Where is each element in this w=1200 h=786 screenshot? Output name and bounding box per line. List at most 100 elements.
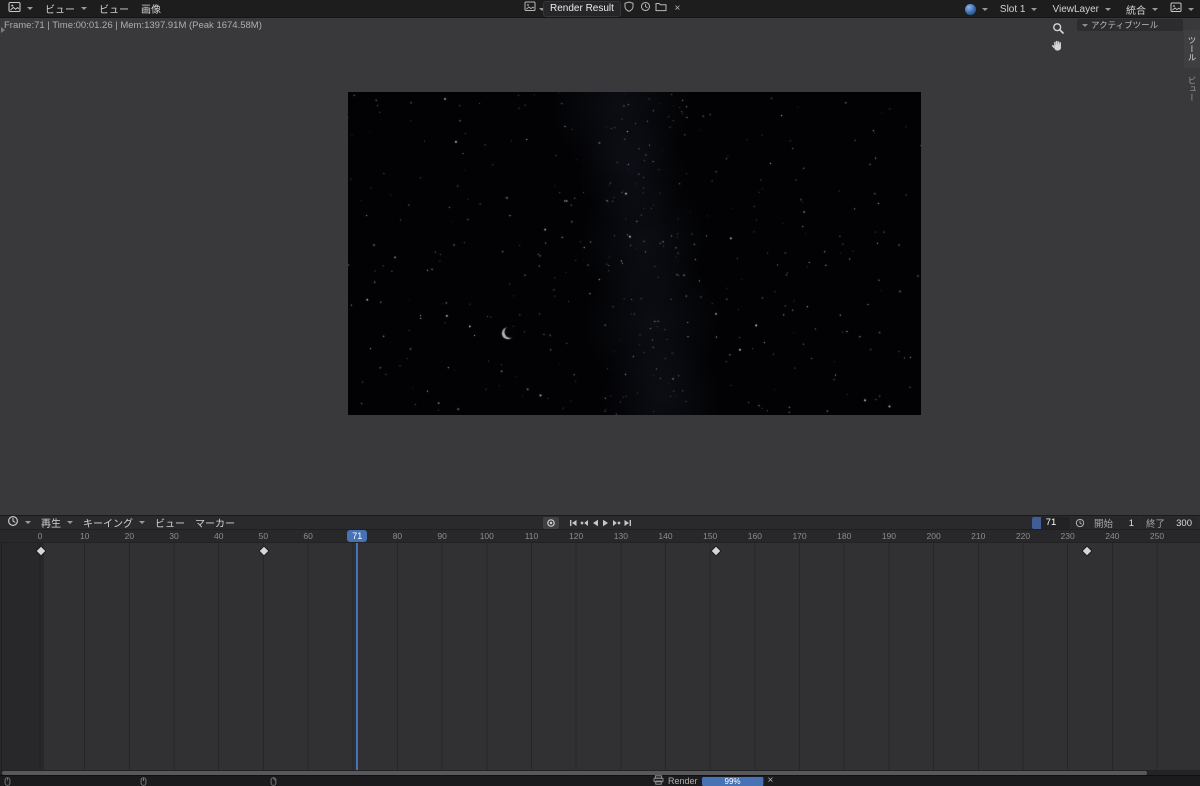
- end-frame-field[interactable]: 終了 300: [1141, 517, 1197, 530]
- chevron-down-icon: [81, 7, 87, 10]
- next-keyframe-icon: [612, 516, 622, 531]
- render-progress-text: 99%: [724, 776, 741, 786]
- render-stats-text: Frame:71 | Time:00:01.26 | Mem:1397.91M …: [4, 20, 262, 31]
- playback-menu[interactable]: 再生: [36, 516, 78, 530]
- playhead-label[interactable]: 71: [347, 530, 368, 542]
- status-bar: Render 99% ×: [0, 775, 1200, 786]
- ruler-tick: 30: [169, 531, 179, 541]
- pan-gizmo-button[interactable]: [1049, 38, 1066, 55]
- menu-image-label: 画像: [141, 5, 161, 16]
- photo-icon: [524, 1, 536, 17]
- ruler-tick: 100: [479, 531, 494, 541]
- menu-view[interactable]: ビュー: [93, 1, 135, 17]
- ruler-tick: 140: [658, 531, 673, 541]
- mouse-middle-hint-icon: [140, 777, 147, 786]
- timeline-editor-type-button[interactable]: [2, 515, 36, 530]
- end-value: 300: [1176, 517, 1192, 529]
- refresh-toggle-button[interactable]: [638, 1, 653, 17]
- mouse-right-hint-icon: [270, 777, 277, 786]
- region-toggle-arrow[interactable]: [1, 27, 5, 33]
- viewlayer-label: ViewLayer: [1052, 3, 1099, 15]
- auto-keying-button[interactable]: [543, 517, 559, 529]
- chevron-down-icon: [139, 521, 145, 524]
- play-button[interactable]: [600, 517, 611, 529]
- sidebar-tab-view[interactable]: ビュー: [1184, 70, 1200, 108]
- prev-keyframe-button[interactable]: [578, 517, 589, 529]
- playhead-line[interactable]: [356, 543, 359, 770]
- menu-image[interactable]: 画像: [135, 1, 167, 17]
- timeline-body[interactable]: [0, 543, 1200, 770]
- view-menu-label: ビュー: [155, 519, 185, 530]
- cancel-render-button[interactable]: ×: [768, 776, 774, 786]
- ruler-tick: 80: [392, 531, 403, 541]
- current-frame-value: 71: [1045, 517, 1057, 528]
- ruler-tick: 170: [792, 531, 807, 541]
- fake-user-button[interactable]: [622, 1, 637, 17]
- ruler-tick: 220: [1015, 531, 1031, 541]
- header-left-menus: ビュー ビュー 画像: [2, 0, 167, 17]
- ruler-tick: 10: [79, 531, 90, 541]
- browse-image-button[interactable]: [524, 1, 545, 17]
- render-progress-group: Render 99% ×: [653, 775, 774, 786]
- start-value: 1: [1128, 517, 1134, 529]
- image-name-field[interactable]: Render Result: [543, 1, 621, 17]
- photo-icon: [1170, 2, 1182, 16]
- image-editor-header: ビュー ビュー 画像 Render Result × Slot 1 ViewLa…: [0, 0, 1200, 18]
- keying-menu[interactable]: キーイング: [78, 516, 150, 530]
- ruler-tick: 190: [881, 531, 896, 541]
- marker-menu[interactable]: マーカー: [190, 516, 240, 530]
- chevron-down-icon: [27, 7, 33, 10]
- chevron-down-icon: [25, 521, 31, 524]
- timeline-editor: 再生 キーイング ビュー マーカー 71 開始 1 終了 300 0 10 20…: [0, 515, 1200, 776]
- clock-icon: [640, 1, 651, 17]
- timeline-menus: 再生 キーイング ビュー マーカー: [2, 515, 240, 530]
- shield-icon: [624, 1, 634, 17]
- clock-icon: [7, 515, 19, 530]
- play-reverse-icon: [590, 516, 600, 531]
- unlink-image-button[interactable]: ×: [670, 2, 685, 16]
- blender-window: ビュー ビュー 画像 Render Result × Slot 1 ViewLa…: [0, 0, 1200, 786]
- image-editor-viewport[interactable]: Frame:71 | Time:00:01.26 | Mem:1397.91M …: [0, 18, 1200, 515]
- scene-display-button[interactable]: [962, 1, 991, 17]
- chevron-down-icon: [67, 521, 73, 524]
- timeline-ruler[interactable]: 0102030405060708090100110120130140150160…: [0, 530, 1200, 543]
- sidebar-panel-header[interactable]: アクティブツール: [1077, 19, 1183, 31]
- mode-dropdown[interactable]: ビュー: [39, 1, 93, 17]
- play-reverse-button[interactable]: [589, 517, 600, 529]
- keying-menu-label: キーイング: [83, 519, 133, 530]
- ruler-tick: 110: [524, 531, 539, 541]
- slot-label: Slot 1: [999, 3, 1026, 15]
- printer-icon: [653, 775, 664, 786]
- jump-to-end-button[interactable]: [622, 517, 633, 529]
- ruler-tick: 60: [303, 531, 313, 541]
- display-channels-button[interactable]: [1167, 1, 1197, 17]
- render-pass-dropdown[interactable]: 統合: [1120, 1, 1164, 17]
- open-image-button[interactable]: [654, 2, 669, 16]
- panel-title: アクティブツール: [1091, 20, 1159, 30]
- render-progress-bar: 99%: [701, 776, 764, 786]
- ruler-tick: 20: [124, 531, 135, 541]
- play-icon: [601, 516, 611, 531]
- timeline-view-menu[interactable]: ビュー: [150, 516, 190, 530]
- slot-dropdown[interactable]: Slot 1: [994, 1, 1044, 17]
- start-frame-field[interactable]: 開始 1: [1089, 517, 1139, 530]
- chevron-down-icon: [1082, 23, 1088, 27]
- record-icon: [546, 516, 556, 531]
- zoom-gizmo-button[interactable]: [1050, 21, 1067, 38]
- sidebar-tab-tool[interactable]: ツール: [1184, 30, 1200, 68]
- mode-label: ビュー: [45, 5, 75, 16]
- prev-keyframe-icon: [579, 516, 589, 531]
- current-frame-field[interactable]: 71: [1032, 517, 1070, 529]
- image-editor-icon: [8, 1, 21, 16]
- hand-icon: [1051, 39, 1064, 55]
- viewlayer-dropdown[interactable]: ViewLayer: [1046, 1, 1117, 17]
- jump-to-start-button[interactable]: [567, 517, 578, 529]
- preview-range-toggle[interactable]: [1072, 517, 1087, 529]
- next-keyframe-button[interactable]: [611, 517, 622, 529]
- editor-type-button[interactable]: [2, 1, 39, 17]
- ruler-tick: 50: [258, 531, 269, 541]
- ruler-tick: 200: [926, 531, 941, 541]
- skip-to-end-icon: [623, 516, 633, 531]
- ruler-tick: 230: [1060, 531, 1075, 541]
- ruler-tick: 130: [613, 531, 628, 541]
